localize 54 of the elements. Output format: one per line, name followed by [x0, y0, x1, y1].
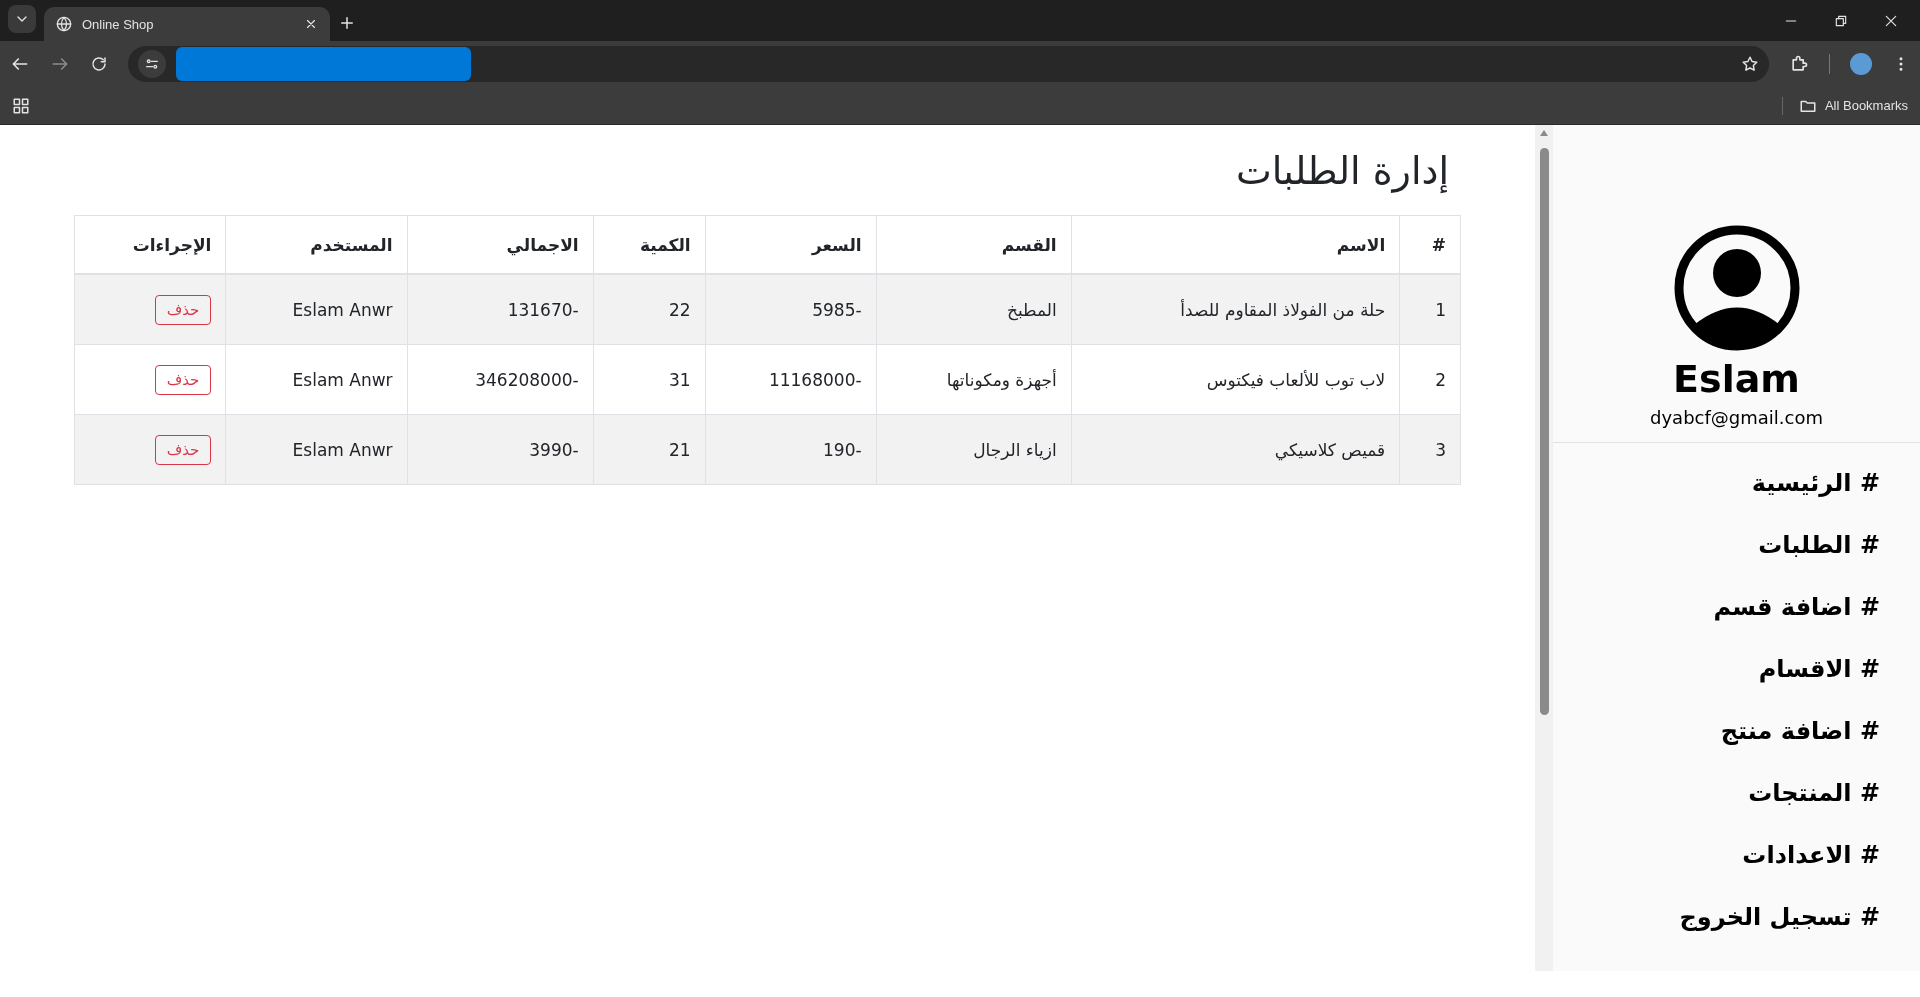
table-cell: 31 [593, 344, 706, 415]
plus-icon[interactable] [338, 14, 356, 32]
table-cell: 131670- [407, 274, 594, 345]
user-avatar-icon [1673, 225, 1800, 351]
delete-button[interactable]: حذف [154, 364, 212, 395]
apps-grid-icon[interactable] [12, 96, 30, 115]
table-cell: Eslam Anwr [225, 344, 408, 415]
sidebar-link[interactable]: # الاقسام [1758, 651, 1880, 687]
scroll-up-icon[interactable] [1539, 129, 1549, 137]
close-icon[interactable] [1884, 14, 1898, 28]
table-cell: Eslam Anwr [225, 414, 408, 485]
browser-tab[interactable]: Online Shop [44, 7, 330, 41]
user-email: dyabcf@gmail.com [1650, 407, 1823, 428]
all-bookmarks-link[interactable]: All Bookmarks [1824, 98, 1908, 113]
sidebar-link[interactable]: # الطلبات [1758, 527, 1880, 563]
table-cell: 3 [1399, 414, 1461, 485]
reload-icon[interactable] [90, 55, 108, 73]
site-settings-icon[interactable] [138, 50, 166, 78]
star-icon[interactable] [1741, 55, 1759, 73]
restore-icon[interactable] [1834, 14, 1848, 28]
table-cell: 11168000- [705, 344, 877, 415]
delete-button[interactable]: حذف [154, 294, 212, 325]
globe-icon [56, 16, 72, 32]
table-cell: لاب توب للألعاب فيكتوس [1071, 344, 1400, 415]
table-cell: حلة من الفولاذ المقاوم للصدأ [1071, 274, 1400, 345]
puzzle-icon[interactable] [1789, 54, 1809, 74]
sliders-icon [144, 56, 160, 72]
table-cell: 1 [1399, 274, 1461, 345]
table-cell: أجهزة ومكوناتها [876, 344, 1072, 415]
sidebar-link[interactable]: # المنتجات [1748, 775, 1880, 811]
scrollbar-thumb[interactable] [1540, 148, 1549, 715]
table-cell: 346208000- [407, 344, 594, 415]
sidebar-link[interactable]: # تسجيل الخروج [1679, 899, 1880, 935]
page-title: إدارة الطلبات [1234, 149, 1449, 193]
table-cell: Eslam Anwr [225, 274, 408, 345]
table-cell: 190- [705, 414, 877, 485]
close-icon[interactable] [304, 17, 318, 31]
table-cell: 22 [593, 274, 706, 345]
table-cell: 3990- [407, 414, 594, 485]
tab-list-button[interactable] [8, 5, 36, 33]
user-name: Eslam [1673, 357, 1800, 401]
sidebar-link[interactable]: # اضافة منتج [1720, 713, 1880, 749]
table-cell: قميص كلاسيكي [1071, 414, 1400, 485]
profile-avatar[interactable] [1850, 53, 1872, 75]
sidebar-link[interactable]: # الاعدادات [1742, 837, 1880, 873]
sidebar-link[interactable]: # اضافة قسم [1713, 589, 1880, 625]
table-cell: 21 [593, 414, 706, 485]
table-cell: 5985- [705, 274, 877, 345]
table-cell: 2 [1399, 344, 1461, 415]
sidebar-link[interactable]: # الرئيسية [1751, 465, 1880, 501]
table-cell: المطبخ [876, 274, 1072, 345]
table-cell: ازياء الرجال [876, 414, 1072, 485]
delete-button[interactable]: حذف [154, 434, 212, 465]
scrollbar[interactable] [1535, 125, 1553, 971]
